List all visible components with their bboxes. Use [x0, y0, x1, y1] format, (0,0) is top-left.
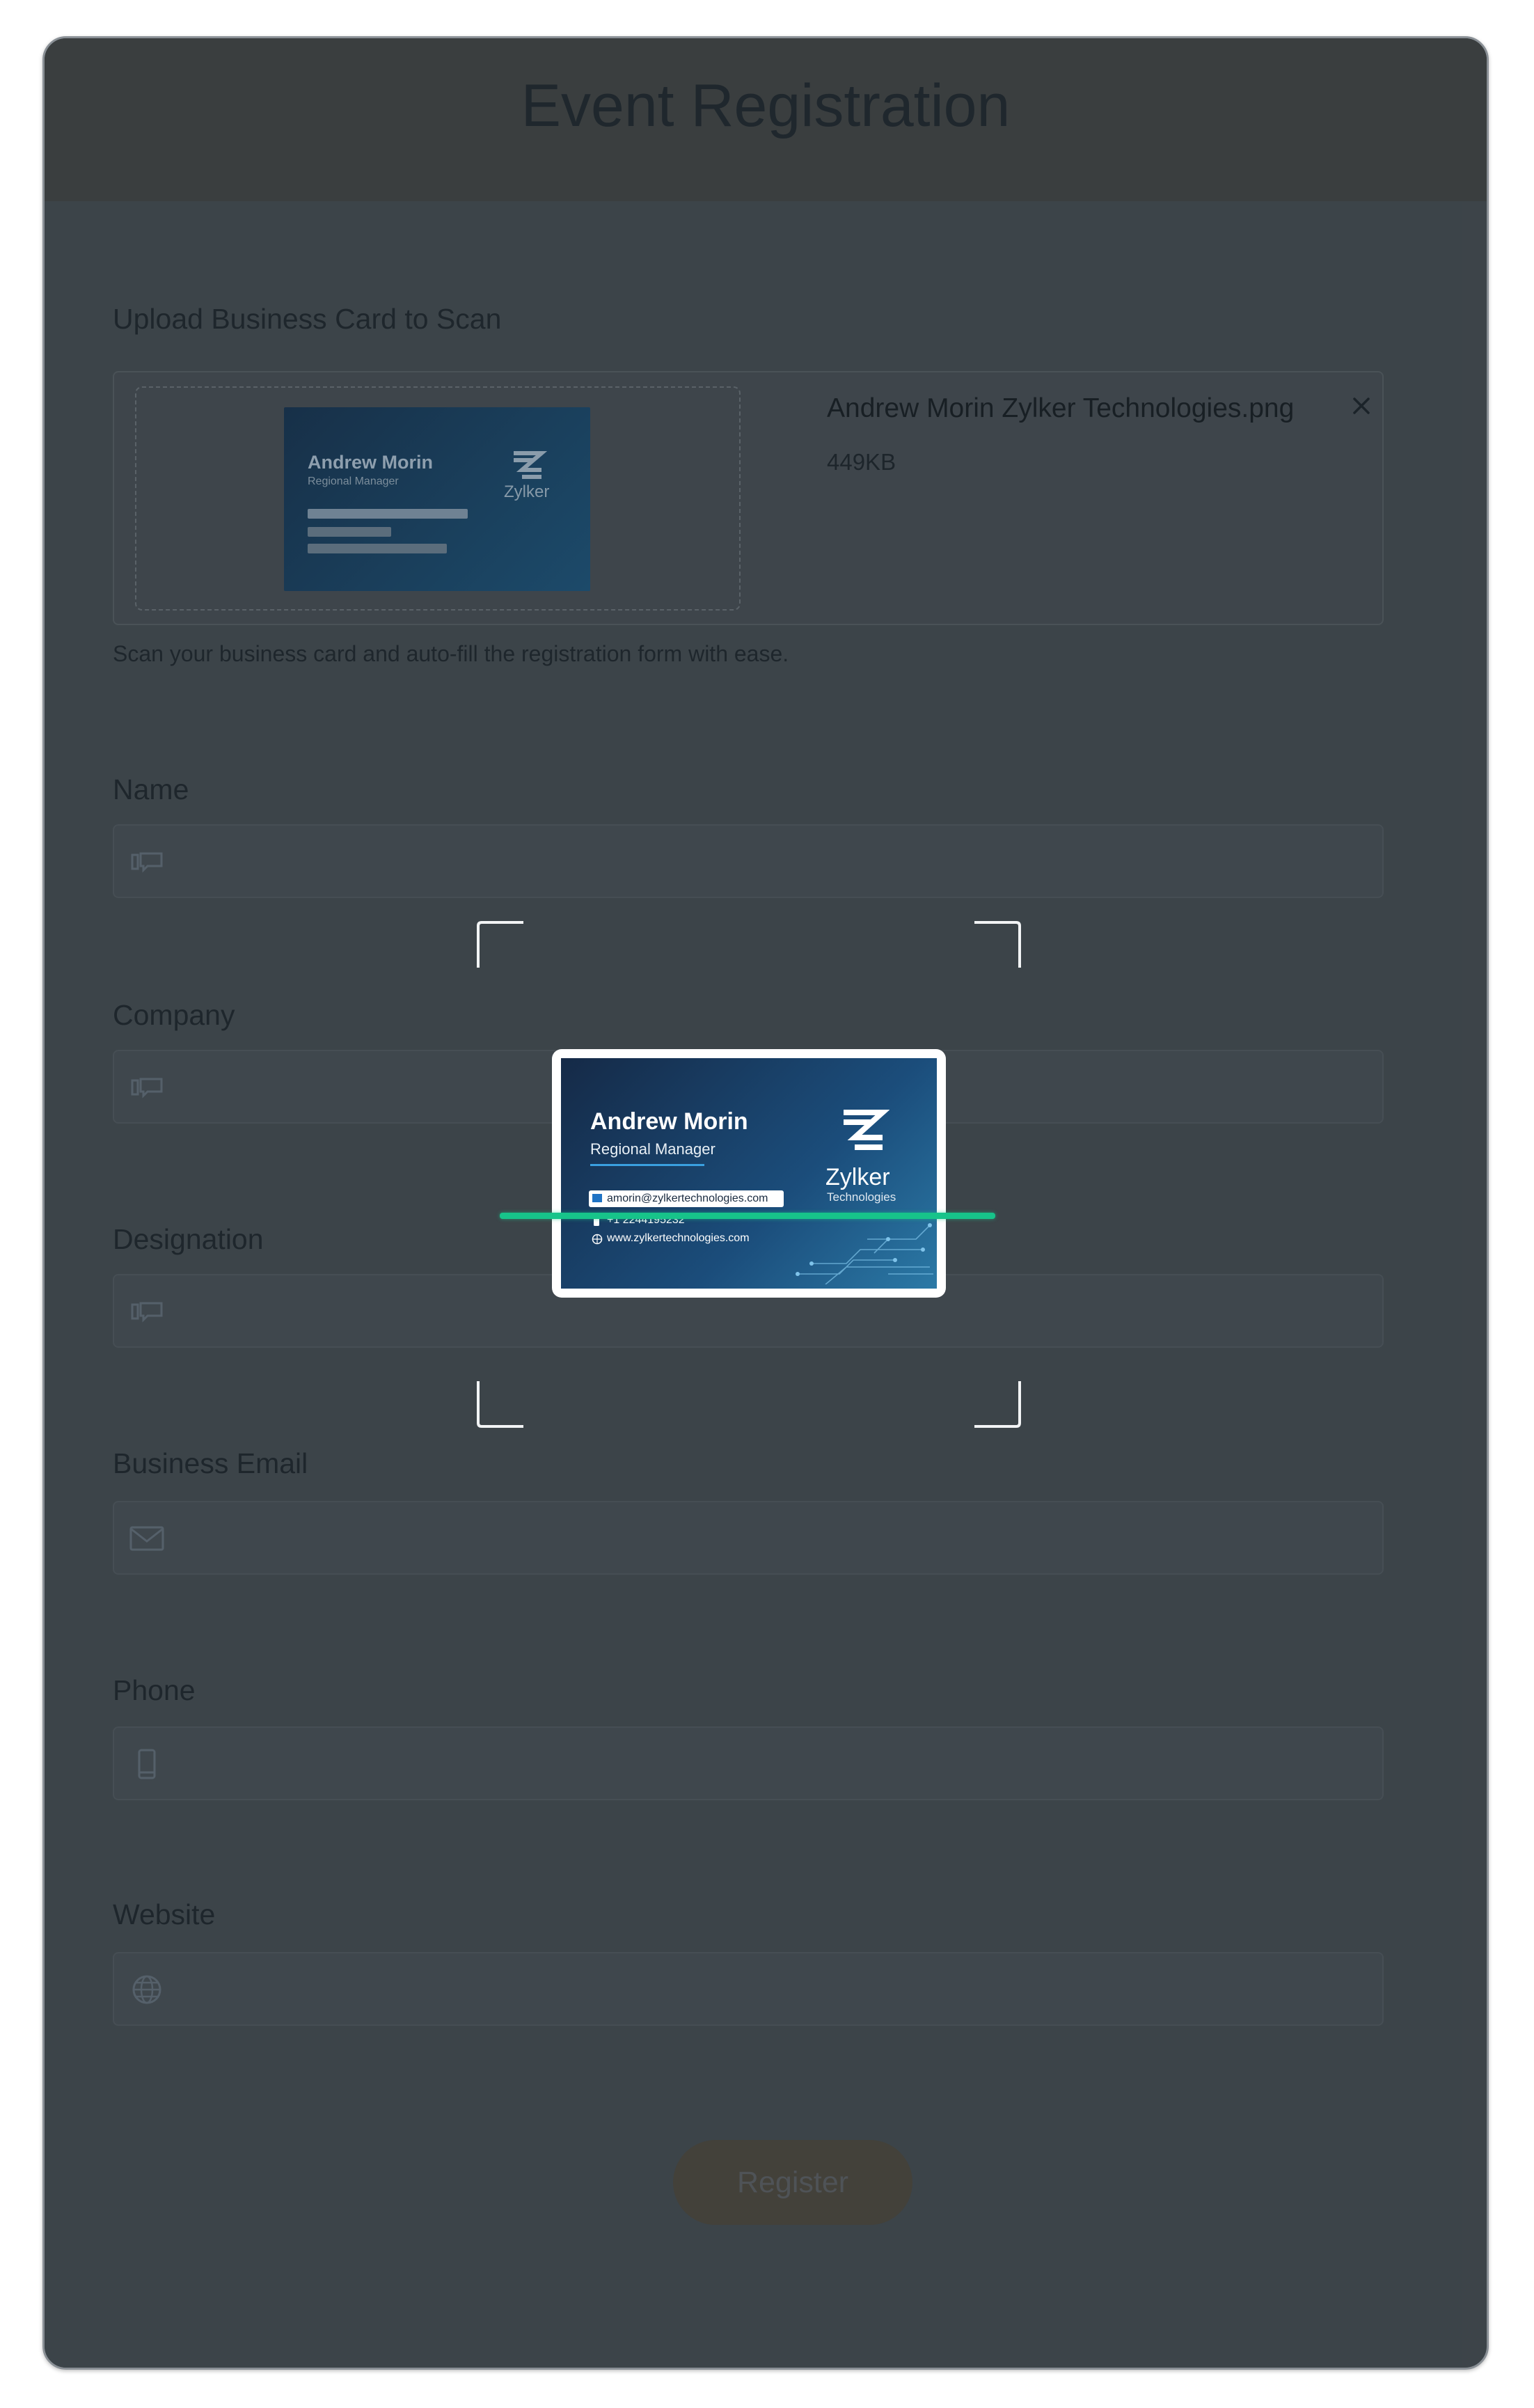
file-name: Andrew Morin Zylker Technologies.png	[827, 393, 1295, 423]
id-card-icon	[131, 852, 163, 873]
website-input[interactable]	[177, 1953, 1360, 2024]
zylker-logo-icon	[514, 451, 547, 479]
thumb-phone-bar	[308, 527, 391, 537]
thumb-card-title: Regional Manager	[308, 475, 399, 487]
name-input[interactable]	[177, 826, 1360, 897]
website-field[interactable]	[113, 1952, 1384, 2026]
upload-hint: Scan your business card and auto-fill th…	[113, 641, 789, 666]
card-envelope-icon	[592, 1194, 602, 1202]
scan-frame-corner-bottom-right	[974, 1381, 1021, 1428]
upload-label: Upload Business Card to Scan	[113, 303, 502, 335]
header: Event Registration	[45, 38, 1487, 201]
card-email: amorin@zylkertechnologies.com	[607, 1193, 768, 1204]
phone-label: Phone	[113, 1674, 196, 1706]
scan-frame-corner-top-right	[974, 921, 1021, 968]
email-label: Business Email	[113, 1447, 308, 1479]
envelope-icon	[129, 1526, 164, 1551]
thumb-brand: Zylker	[504, 482, 550, 501]
designation-label: Designation	[113, 1223, 264, 1255]
card-brand: Zylker	[825, 1164, 890, 1190]
company-label: Company	[113, 999, 235, 1031]
scan-line	[500, 1213, 995, 1219]
phone-field[interactable]	[113, 1726, 1384, 1800]
file-size: 449KB	[827, 449, 896, 475]
page-title: Event Registration	[521, 72, 1011, 139]
id-card-icon	[131, 1078, 163, 1099]
upload-preview-area[interactable]: Andrew Morin Regional Manager Zylker	[135, 386, 741, 611]
website-label: Website	[113, 1898, 216, 1930]
scanning-business-card: Andrew Morin Regional Manager amorin@zyl…	[552, 1049, 946, 1298]
business-card-thumbnail: Andrew Morin Regional Manager Zylker	[284, 407, 590, 591]
email-input[interactable]	[177, 1502, 1360, 1573]
register-button[interactable]: Register	[673, 2140, 912, 2225]
thumb-email-bar	[308, 509, 468, 519]
mobile-phone-icon	[138, 1749, 156, 1779]
id-card-icon	[131, 1302, 163, 1323]
scan-frame-corner-top-left	[477, 921, 523, 968]
card-globe-icon	[592, 1234, 603, 1245]
card-divider	[590, 1164, 704, 1166]
remove-file-icon[interactable]	[1347, 392, 1375, 420]
card-website: www.zylkertechnologies.com	[607, 1232, 750, 1244]
business-card-image: Andrew Morin Regional Manager amorin@zyl…	[561, 1058, 937, 1289]
upload-dropzone[interactable]: Andrew Morin Regional Manager Zylker And…	[113, 371, 1384, 625]
scan-frame-corner-bottom-left	[477, 1381, 523, 1428]
phone-input[interactable]	[177, 1728, 1360, 1799]
email-field[interactable]	[113, 1501, 1384, 1575]
circuit-pattern-decoration	[796, 1223, 933, 1284]
card-name: Andrew Morin	[590, 1108, 748, 1135]
thumb-card-name: Andrew Morin	[308, 452, 433, 473]
zylker-logo-icon	[844, 1110, 889, 1150]
globe-icon	[132, 1975, 161, 2004]
name-field[interactable]	[113, 824, 1384, 898]
name-label: Name	[113, 773, 189, 805]
card-title: Regional Manager	[590, 1140, 715, 1158]
thumb-web-bar	[308, 544, 447, 553]
